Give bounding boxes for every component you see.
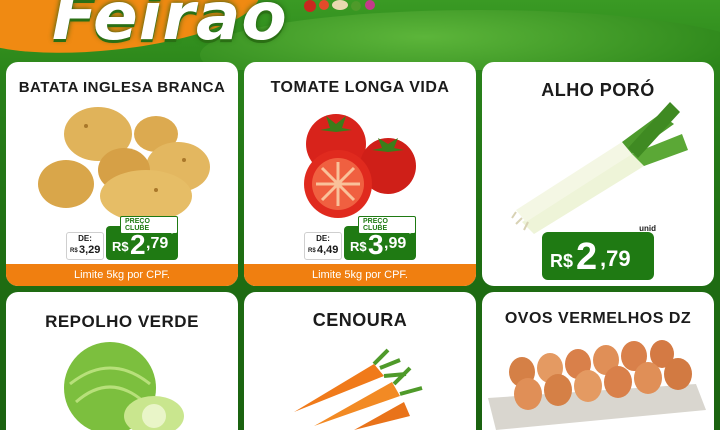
purchase-limit: Limite 5kg por CPF. — [244, 264, 476, 286]
cabbage-image — [64, 342, 184, 430]
club-price: PREÇO CLUBE R$ 2 ,79 Kg — [106, 216, 178, 260]
price-box: DE: R$ 3,29 PREÇO CLUBE R$ 2 ,79 Kg — [66, 216, 178, 260]
old-price: DE: R$ 3,29 — [66, 232, 104, 260]
carrot-image — [294, 348, 423, 430]
vegetables-decoration-icon — [304, 0, 375, 12]
club-price: PREÇO CLUBE R$ 3 ,99 Kg — [344, 216, 416, 260]
product-card-cenoura[interactable]: CENOURA — [244, 292, 476, 430]
product-card-repolho[interactable]: REPOLHO VERDE — [6, 292, 238, 430]
product-card-batata[interactable]: BATATA INGLESA BRANCA DE: R$ 3,29 PREÇO … — [6, 62, 238, 286]
product-card-ovos[interactable]: OVOS VERMELHOS DZ — [482, 292, 714, 430]
purchase-limit: Limite 5kg por CPF. — [6, 264, 238, 286]
eggs-image — [488, 340, 706, 430]
product-card-alho-poro[interactable]: ALHO PORÓ R$ 2 ,79 unid — [482, 62, 714, 286]
feirao-logo: Feirão — [52, 0, 288, 55]
price-tag: R$ 2 ,79 unid — [542, 224, 656, 280]
price-box: DE: R$ 4,49 PREÇO CLUBE R$ 3 ,99 Kg — [304, 216, 416, 260]
old-price: DE: R$ 4,49 — [304, 232, 342, 260]
product-card-tomate[interactable]: TOMATE LONGA VIDA DE: R$ 4,49 PREÇO CLUB… — [244, 62, 476, 286]
